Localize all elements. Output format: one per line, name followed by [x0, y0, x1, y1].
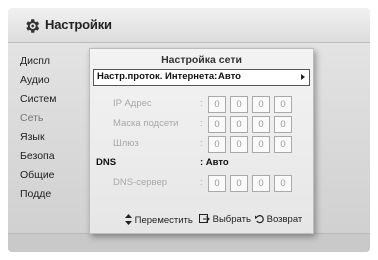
back-button[interactable]: Возврат — [255, 214, 302, 225]
ip-address-label: IP Адрес — [113, 98, 152, 109]
dns-octet-4[interactable]: 0 — [274, 175, 292, 192]
dns-server-row: DNS-сервер : 0 0 0 0 — [90, 174, 313, 192]
page-title: Настройки — [45, 17, 112, 32]
menu-item-security[interactable]: Безопа — [20, 147, 80, 166]
subnet-mask-colon: : — [200, 118, 203, 129]
move-hint: Переместить — [125, 214, 193, 226]
network-settings-dialog: Настройка сети Настр.проток. Интернета: … — [89, 48, 314, 234]
menu-item-support[interactable]: Подде — [20, 185, 80, 204]
dns-octet-1[interactable]: 0 — [208, 175, 226, 192]
settings-header: Настройки — [8, 8, 370, 43]
arrow-right-icon — [301, 74, 305, 80]
protocol-value: Авто — [218, 71, 241, 82]
dialog-footer: Переместить Выбрать Возврат — [90, 214, 313, 228]
dns-value: : Авто — [200, 157, 229, 168]
dns-mode-row[interactable]: DNS : Авто — [90, 154, 313, 172]
menu-item-system[interactable]: Систем — [20, 90, 80, 109]
ip-address-row: IP Адрес : 0 0 0 0 — [90, 95, 313, 113]
select-icon — [199, 214, 210, 223]
up-down-arrows-icon — [125, 214, 132, 225]
dns-octet-3[interactable]: 0 — [252, 175, 270, 192]
settings-menu: Диспл Аудио Систем Сеть Язык Безопа Общи… — [20, 52, 80, 204]
select-label: Выбрать — [212, 214, 251, 225]
dns-octet-2[interactable]: 0 — [230, 175, 248, 192]
mask-octet-2[interactable]: 0 — [230, 116, 248, 133]
dns-server-label: DNS-сервер — [113, 177, 168, 188]
mask-octet-4[interactable]: 0 — [274, 116, 292, 133]
ip-octet-3[interactable]: 0 — [252, 96, 270, 113]
mask-octet-1[interactable]: 0 — [208, 116, 226, 133]
settings-screen: Настройки Диспл Аудио Систем Сеть Язык Б… — [8, 8, 370, 252]
dialog-title: Настройка сети — [161, 54, 242, 66]
protocol-label: Настр.проток. Интернета: — [97, 71, 218, 82]
mask-octet-3[interactable]: 0 — [252, 116, 270, 133]
menu-item-display[interactable]: Диспл — [20, 52, 80, 71]
ip-octet-2[interactable]: 0 — [230, 96, 248, 113]
menu-item-network[interactable]: Сеть — [20, 109, 80, 128]
ip-address-colon: : — [200, 98, 203, 109]
bottom-band — [8, 233, 370, 252]
gateway-row: Шлюз : 0 0 0 0 — [90, 135, 313, 153]
menu-item-general[interactable]: Общие — [20, 166, 80, 185]
dns-server-colon: : — [200, 177, 203, 188]
menu-item-audio[interactable]: Аудио — [20, 71, 80, 90]
ip-octet-1[interactable]: 0 — [208, 96, 226, 113]
back-label: Возврат — [266, 214, 303, 225]
gateway-octet-1[interactable]: 0 — [208, 136, 226, 153]
gateway-label: Шлюз — [113, 138, 139, 149]
ip-octet-4[interactable]: 0 — [274, 96, 292, 113]
select-button[interactable]: Выбрать — [199, 214, 251, 225]
subnet-mask-row: Маска подсети : 0 0 0 0 — [90, 115, 313, 133]
internet-protocol-setting[interactable]: Настр.проток. Интернета: Авто — [93, 69, 310, 86]
gear-icon — [26, 19, 40, 33]
gateway-octet-4[interactable]: 0 — [274, 136, 292, 153]
gateway-colon: : — [200, 138, 203, 149]
return-icon — [255, 215, 264, 224]
move-label: Переместить — [134, 215, 193, 226]
gateway-octet-2[interactable]: 0 — [230, 136, 248, 153]
subnet-mask-label: Маска подсети — [113, 118, 179, 129]
dns-label: DNS — [96, 157, 117, 168]
gateway-octet-3[interactable]: 0 — [252, 136, 270, 153]
menu-item-language[interactable]: Язык — [20, 128, 80, 147]
